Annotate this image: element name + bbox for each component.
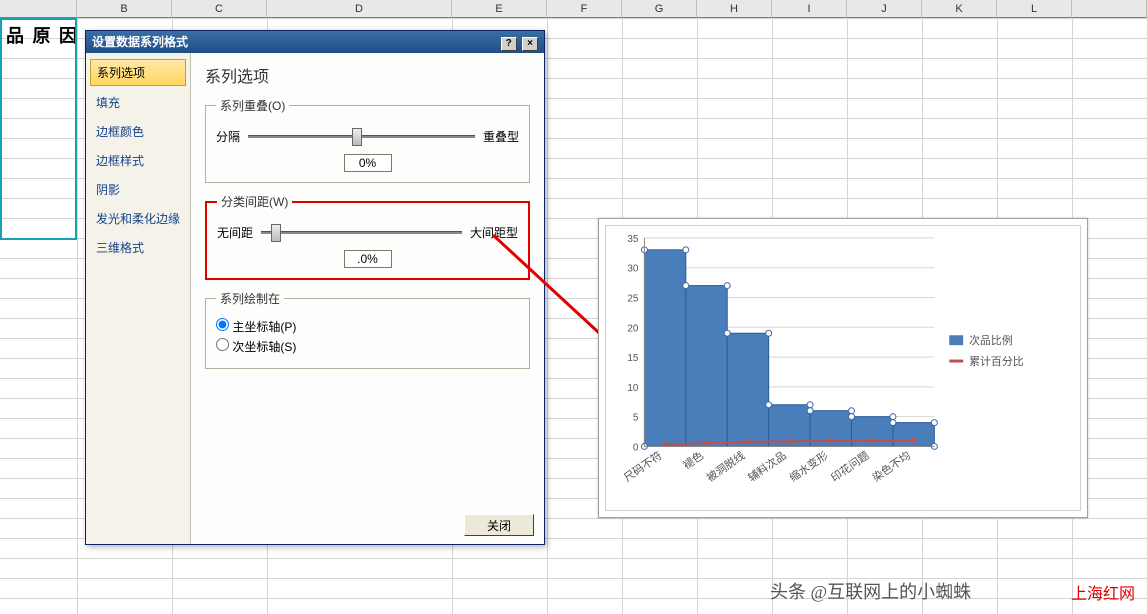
primary-axis-radio[interactable]: 主坐标轴(P) [216,318,519,335]
close-button[interactable]: 关闭 [464,514,534,536]
svg-text:次品比例: 次品比例 [969,333,1013,347]
svg-text:10: 10 [627,383,639,394]
overlap-value[interactable] [344,154,392,172]
watermark-site: 上海红网 [1071,580,1135,604]
col-header-cell[interactable]: B [77,0,172,18]
dialog-main: 系列选项 系列重叠(O) 分隔 重叠型 分类间距(W) 无间距 [191,53,544,544]
svg-text:35: 35 [627,234,639,245]
col-header-cell[interactable]: I [772,0,847,18]
col-header-cell[interactable]: D [267,0,452,18]
col-header-cell[interactable]: H [697,0,772,18]
panel-heading: 系列选项 [205,63,530,87]
sidebar-item[interactable]: 阴影 [86,175,190,204]
watermark-author: 头条 @互联网上的小蜘蛛 [770,578,971,604]
svg-text:25: 25 [627,293,639,304]
series-overlap-group: 系列重叠(O) 分隔 重叠型 [205,97,530,183]
dialog-titlebar[interactable]: 设置数据系列格式 ? × [86,31,544,53]
svg-text:褪色: 褪色 [680,448,706,472]
svg-text:染色不均: 染色不均 [869,448,913,485]
cell-text: 品 原 因 [0,18,85,52]
column-headers: BCDEFGHIJKL [0,0,1147,18]
overlap-slider[interactable] [248,126,475,146]
sidebar-item[interactable]: 边框颜色 [86,117,190,146]
gap-value[interactable] [344,250,392,268]
dialog-sidebar: 系列选项填充边框颜色边框样式阴影发光和柔化边缘三维格式 [86,53,191,544]
col-header-cell[interactable]: K [922,0,997,18]
gap-slider[interactable] [261,222,462,242]
svg-text:15: 15 [627,353,639,364]
svg-text:辅料次品: 辅料次品 [745,448,789,485]
help-icon[interactable]: ? [501,37,517,51]
svg-text:5: 5 [633,413,639,424]
gap-width-group: 分类间距(W) 无间距 大间距型 [205,193,530,280]
col-header-cell[interactable] [0,0,77,18]
svg-text:30: 30 [627,264,639,275]
svg-text:0: 0 [633,442,639,453]
embedded-chart[interactable]: 0 5 10 15 20 25 30 35 尺码不符褪色被洞脱线辅料次品缩水变形印花问题染色不均… [598,218,1088,518]
col-header-cell[interactable]: C [172,0,267,18]
format-series-dialog: 设置数据系列格式 ? × 系列选项填充边框颜色边框样式阴影发光和柔化边缘三维格式… [85,30,545,545]
plot-on-group: 系列绘制在 主坐标轴(P) 次坐标轴(S) [205,290,530,369]
sidebar-item[interactable]: 边框样式 [86,146,190,175]
svg-text:尺码不符: 尺码不符 [621,449,664,485]
sidebar-item[interactable]: 系列选项 [90,59,186,86]
svg-text:缩水变形: 缩水变形 [786,448,830,485]
sidebar-item[interactable]: 填充 [86,88,190,117]
svg-text:被洞脱线: 被洞脱线 [704,448,748,485]
col-header-cell[interactable]: J [847,0,922,18]
col-header-cell[interactable] [1072,0,1147,18]
svg-text:20: 20 [627,323,639,334]
secondary-axis-radio[interactable]: 次坐标轴(S) [216,338,519,355]
close-icon[interactable]: × [522,37,538,51]
svg-text:印花问题: 印花问题 [828,449,871,485]
svg-text:累计百分比: 累计百分比 [969,355,1024,368]
col-header-cell[interactable]: E [452,0,547,18]
col-header-cell[interactable]: G [622,0,697,18]
sidebar-item[interactable]: 三维格式 [86,233,190,262]
col-header-cell[interactable]: L [997,0,1072,18]
dialog-title: 设置数据系列格式 [92,31,188,53]
sidebar-item[interactable]: 发光和柔化边缘 [86,204,190,233]
col-header-cell[interactable]: F [547,0,622,18]
